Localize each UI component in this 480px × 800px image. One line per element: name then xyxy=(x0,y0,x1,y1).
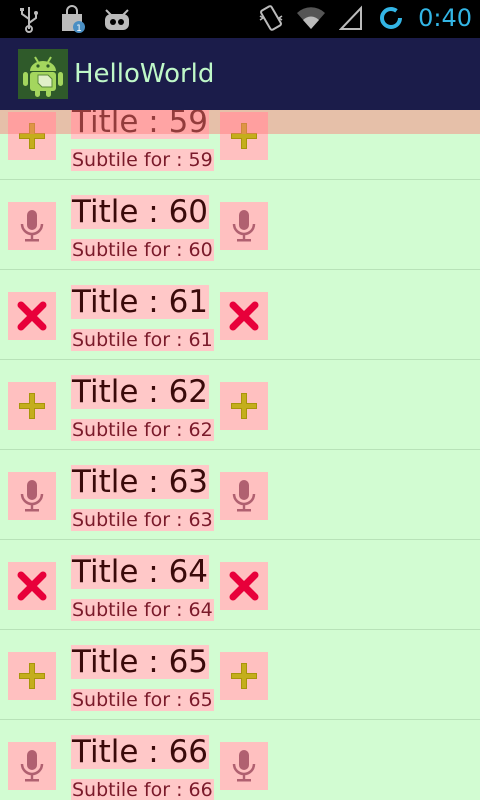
item-left-icon[interactable] xyxy=(8,292,56,340)
item-title: Title : 66 xyxy=(71,734,210,770)
plus-icon xyxy=(231,663,257,689)
usb-icon xyxy=(14,4,44,34)
item-title: Title : 64 xyxy=(71,554,210,590)
plus-icon xyxy=(231,123,257,149)
list-item[interactable]: Title : 63 Subtile for : 63 xyxy=(0,450,480,540)
item-left-icon[interactable] xyxy=(8,112,56,160)
svg-text:1: 1 xyxy=(76,24,82,33)
item-subtitle: Subtile for : 63 xyxy=(71,509,214,531)
item-subtitle: Subtile for : 65 xyxy=(71,689,214,711)
sync-icon xyxy=(376,3,406,33)
item-left-icon[interactable] xyxy=(8,202,56,250)
item-left-icon[interactable] xyxy=(8,562,56,610)
item-subtitle: Subtile for : 62 xyxy=(71,419,214,441)
list-item[interactable]: Title : 59 Subtile for : 59 xyxy=(0,110,480,180)
action-bar: HelloWorld xyxy=(0,38,480,110)
wifi-icon xyxy=(296,3,326,33)
list-item[interactable]: Title : 61 Subtile for : 61 xyxy=(0,270,480,360)
microphone-icon xyxy=(232,480,256,512)
list-item[interactable]: Title : 62 Subtile for : 62 xyxy=(0,360,480,450)
item-subtitle: Subtile for : 64 xyxy=(71,599,214,621)
item-title: Title : 65 xyxy=(71,644,210,680)
signal-icon xyxy=(336,3,366,33)
android-app-icon[interactable] xyxy=(18,49,68,99)
item-subtitle: Subtile for : 60 xyxy=(71,239,214,261)
list-item[interactable]: Title : 66 Subtile for : 66 xyxy=(0,720,480,800)
plus-icon xyxy=(19,123,45,149)
plus-icon xyxy=(231,393,257,419)
item-right-icon[interactable] xyxy=(220,562,268,610)
microphone-icon xyxy=(20,210,44,242)
item-left-icon[interactable] xyxy=(8,382,56,430)
shopping-bag-icon: 1 xyxy=(58,4,88,34)
microphone-icon xyxy=(20,750,44,782)
item-title: Title : 61 xyxy=(71,284,210,320)
cyanogen-mascot-icon xyxy=(102,4,132,34)
close-icon xyxy=(229,301,259,331)
microphone-icon xyxy=(232,210,256,242)
list-item[interactable]: Title : 60 Subtile for : 60 xyxy=(0,180,480,270)
item-right-icon[interactable] xyxy=(220,652,268,700)
close-icon xyxy=(17,301,47,331)
close-icon xyxy=(229,571,259,601)
item-title: Title : 60 xyxy=(71,194,210,230)
item-title: Title : 62 xyxy=(71,374,210,410)
close-icon xyxy=(17,571,47,601)
item-subtitle: Subtile for : 59 xyxy=(71,149,214,171)
microphone-icon xyxy=(232,750,256,782)
item-list[interactable]: Title : 59 Subtile for : 59 Title : 60 S… xyxy=(0,110,480,800)
item-left-icon[interactable] xyxy=(8,652,56,700)
item-right-icon[interactable] xyxy=(220,202,268,250)
item-right-icon[interactable] xyxy=(220,112,268,160)
list-item[interactable]: Title : 65 Subtile for : 65 xyxy=(0,630,480,720)
item-right-icon[interactable] xyxy=(220,472,268,520)
item-subtitle: Subtile for : 66 xyxy=(71,779,214,800)
plus-icon xyxy=(19,663,45,689)
item-left-icon[interactable] xyxy=(8,472,56,520)
list-item[interactable]: Title : 64 Subtile for : 64 xyxy=(0,540,480,630)
status-bar: 1 0:40 xyxy=(0,0,480,38)
item-right-icon[interactable] xyxy=(220,382,268,430)
plus-icon xyxy=(19,393,45,419)
item-title: Title : 59 xyxy=(71,110,210,139)
clock: 0:40 xyxy=(418,4,472,32)
item-right-icon[interactable] xyxy=(220,292,268,340)
app-title: HelloWorld xyxy=(74,59,215,89)
item-title: Title : 63 xyxy=(71,464,210,500)
vibrate-icon xyxy=(256,3,286,33)
microphone-icon xyxy=(20,480,44,512)
item-left-icon[interactable] xyxy=(8,742,56,790)
item-subtitle: Subtile for : 61 xyxy=(71,329,214,351)
item-right-icon[interactable] xyxy=(220,742,268,790)
